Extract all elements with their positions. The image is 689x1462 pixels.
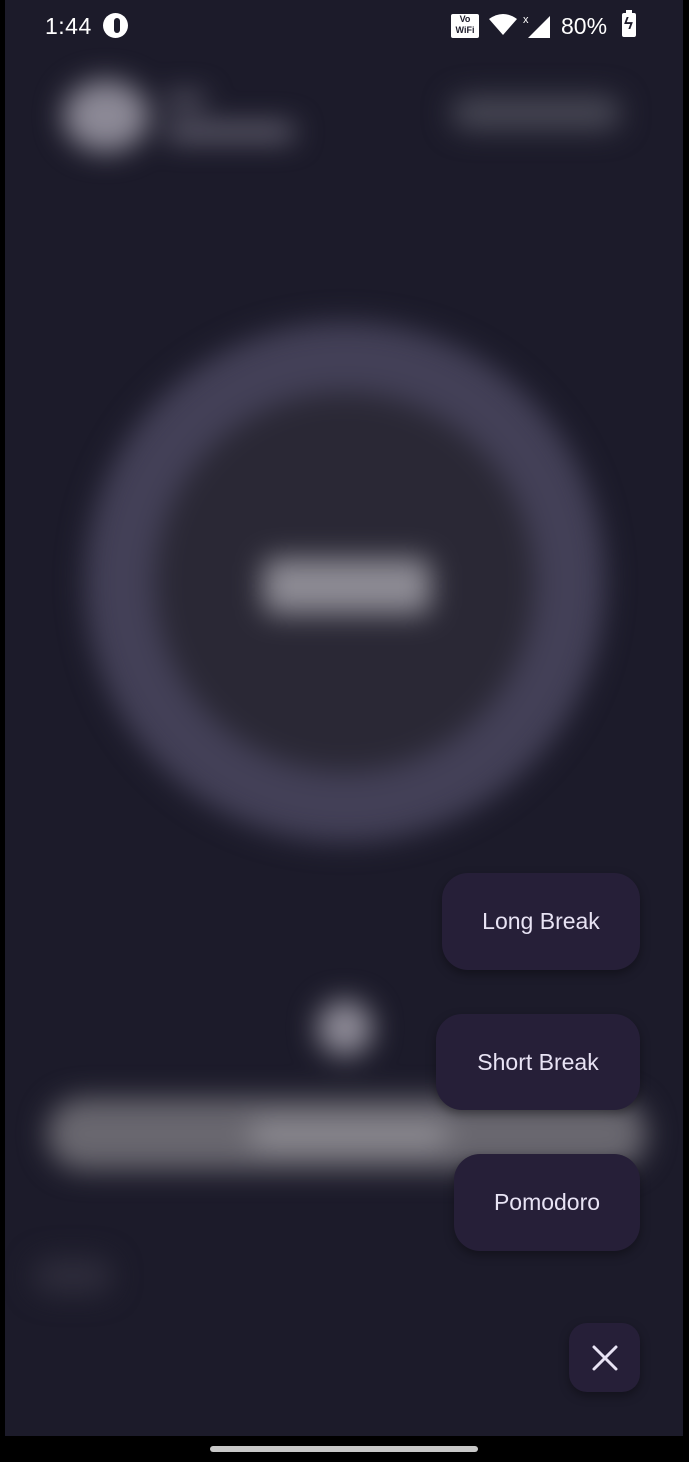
signal-icon: x — [523, 14, 550, 38]
app-screen: 1:44 Vo WiFi x 80% Long Break Short Brea… — [5, 0, 683, 1436]
close-icon — [592, 1345, 617, 1370]
vowifi-icon: Vo WiFi — [451, 14, 479, 38]
blurred-start-label — [249, 1120, 449, 1150]
session-indicator-dot — [317, 1000, 373, 1056]
svg-text:x: x — [523, 14, 529, 26]
close-fab-button[interactable] — [569, 1323, 640, 1392]
timer-display — [263, 558, 431, 614]
blurred-title — [165, 94, 205, 106]
battery-charging-icon — [622, 10, 636, 37]
pomodoro-button[interactable]: Pomodoro — [454, 1154, 640, 1251]
wifi-icon — [489, 14, 517, 35]
home-indicator[interactable] — [210, 1446, 478, 1452]
avatar — [63, 80, 149, 152]
blurred-header-button — [451, 96, 621, 130]
short-break-button[interactable]: Short Break — [436, 1014, 640, 1110]
long-break-button[interactable]: Long Break — [442, 873, 640, 970]
app-notification-icon — [103, 13, 128, 38]
blurred-subtitle — [165, 124, 295, 140]
battery-percent: 80% — [561, 13, 608, 39]
status-time: 1:44 — [45, 13, 92, 39]
blurred-footer-element — [33, 1258, 113, 1294]
status-bar: 1:44 Vo WiFi x 80% — [5, 0, 683, 52]
